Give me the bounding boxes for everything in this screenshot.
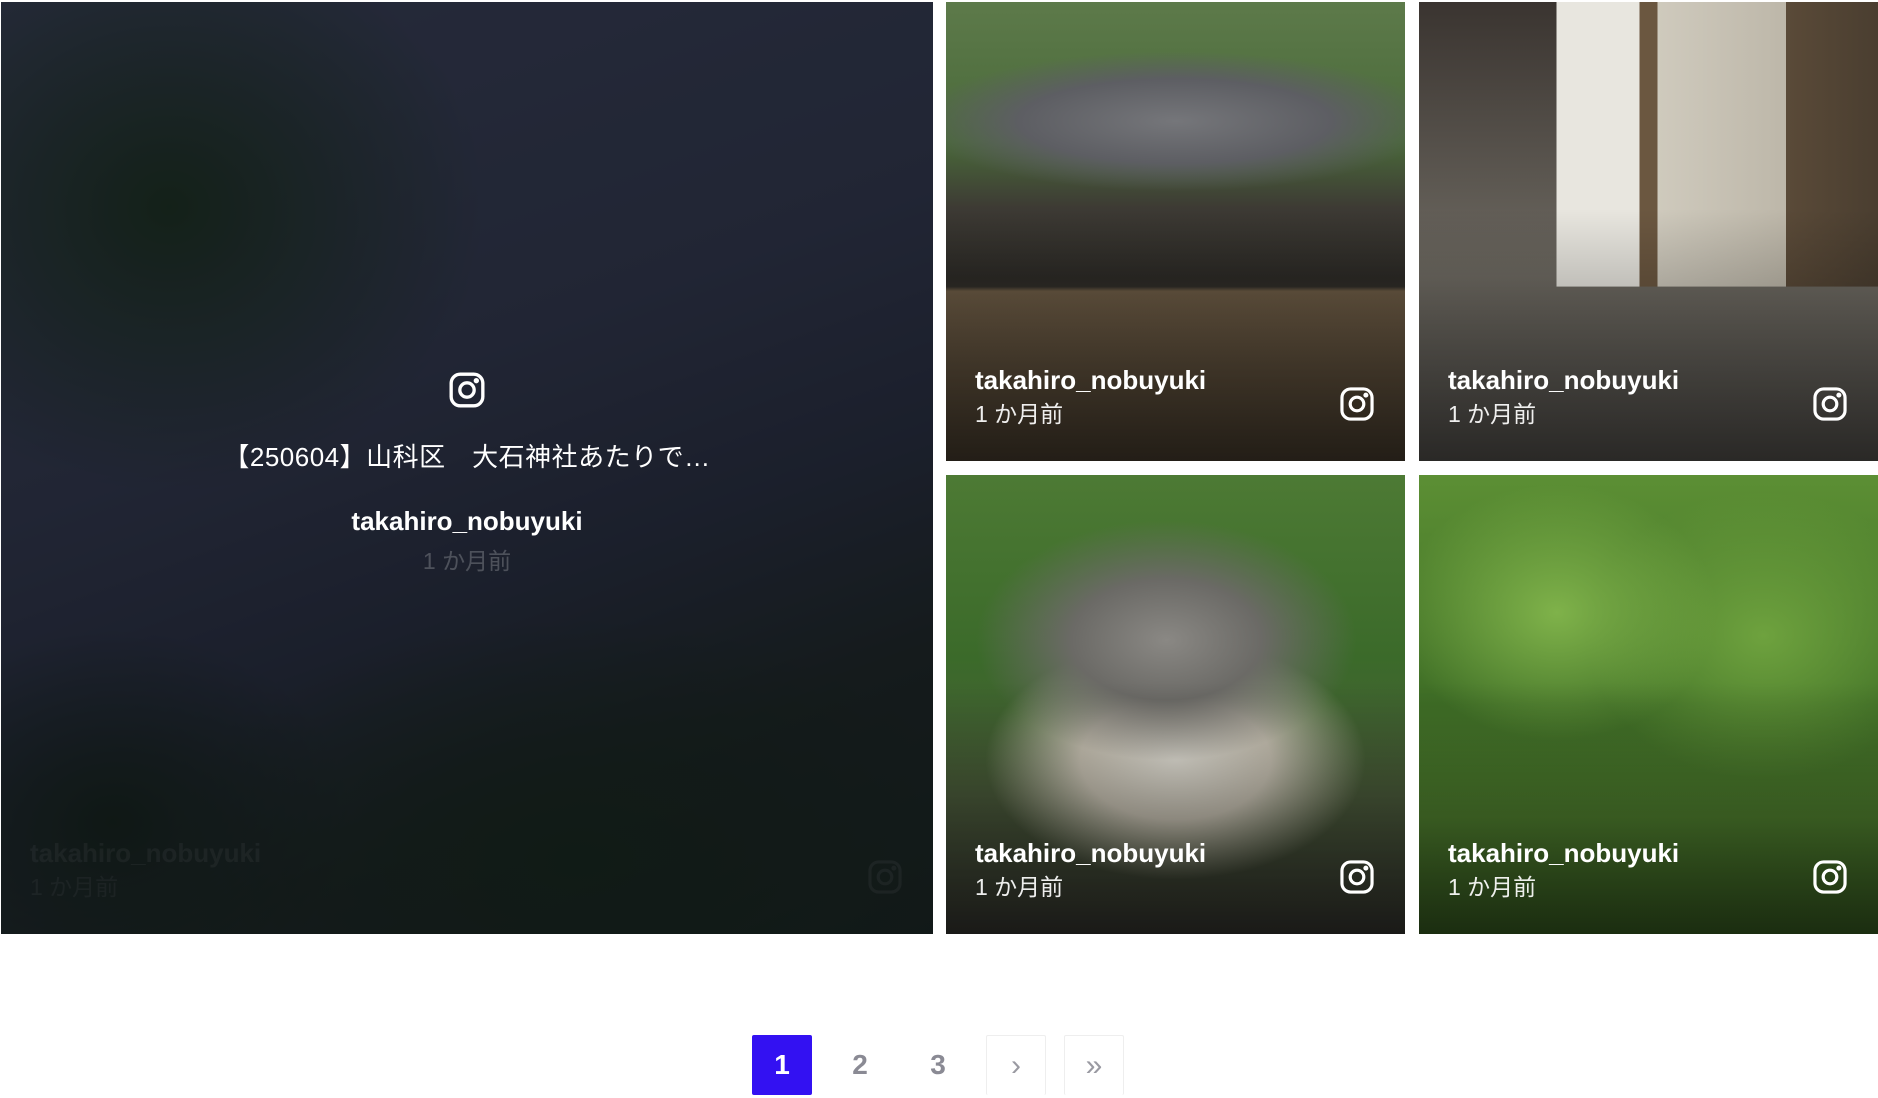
page-button-1[interactable]: 1 bbox=[752, 1035, 812, 1095]
instagram-icon bbox=[447, 370, 487, 410]
hover-content: 【250604】山科区 大石神社あたりで… takahiro_nobuyuki … bbox=[1, 370, 933, 578]
post-time: 1 か月前 bbox=[975, 874, 1064, 900]
post-time: 1 か月前 bbox=[975, 401, 1064, 427]
post-tile[interactable]: takahiro_nobuyuki 1 か月前 bbox=[946, 2, 1405, 461]
post-caption: 【250604】山科区 大石神社あたりで… bbox=[223, 442, 711, 472]
post-tile[interactable]: takahiro_nobuyuki 1 か月前 bbox=[946, 475, 1405, 934]
next-page-button[interactable]: › bbox=[986, 1035, 1046, 1095]
post-meta: takahiro_nobuyuki 1 か月前 bbox=[1448, 363, 1679, 431]
last-page-button[interactable]: » bbox=[1064, 1035, 1124, 1095]
post-username: takahiro_nobuyuki bbox=[1448, 838, 1680, 868]
instagram-icon bbox=[1338, 858, 1376, 896]
page-button-3[interactable]: 3 bbox=[908, 1035, 968, 1095]
pagination: 1 2 3 › » bbox=[752, 1034, 1124, 1096]
instagram-icon bbox=[1338, 385, 1376, 423]
post-username: takahiro_nobuyuki bbox=[975, 838, 1207, 868]
instagram-icon bbox=[1811, 858, 1849, 896]
post-time: 1 か月前 bbox=[1448, 874, 1537, 900]
post-time: 1 か月前 bbox=[1448, 401, 1537, 427]
post-username: takahiro_nobuyuki bbox=[351, 506, 583, 536]
post-meta: takahiro_nobuyuki 1 か月前 bbox=[975, 363, 1206, 431]
post-tile-large[interactable]: takahiro_nobuyuki 1 か月前 【250604】山科区 大石神社… bbox=[1, 2, 933, 934]
post-username: takahiro_nobuyuki bbox=[975, 365, 1207, 395]
post-tile[interactable]: takahiro_nobuyuki 1 か月前 bbox=[1419, 2, 1878, 461]
post-username: takahiro_nobuyuki bbox=[1448, 365, 1680, 395]
page-button-2[interactable]: 2 bbox=[830, 1035, 890, 1095]
post-time: 1 か月前 bbox=[422, 548, 512, 574]
post-tile[interactable]: takahiro_nobuyuki 1 か月前 bbox=[1419, 475, 1878, 934]
instagram-icon bbox=[1811, 385, 1849, 423]
post-meta: takahiro_nobuyuki 1 か月前 bbox=[975, 836, 1206, 904]
post-meta: takahiro_nobuyuki 1 か月前 bbox=[1448, 836, 1679, 904]
